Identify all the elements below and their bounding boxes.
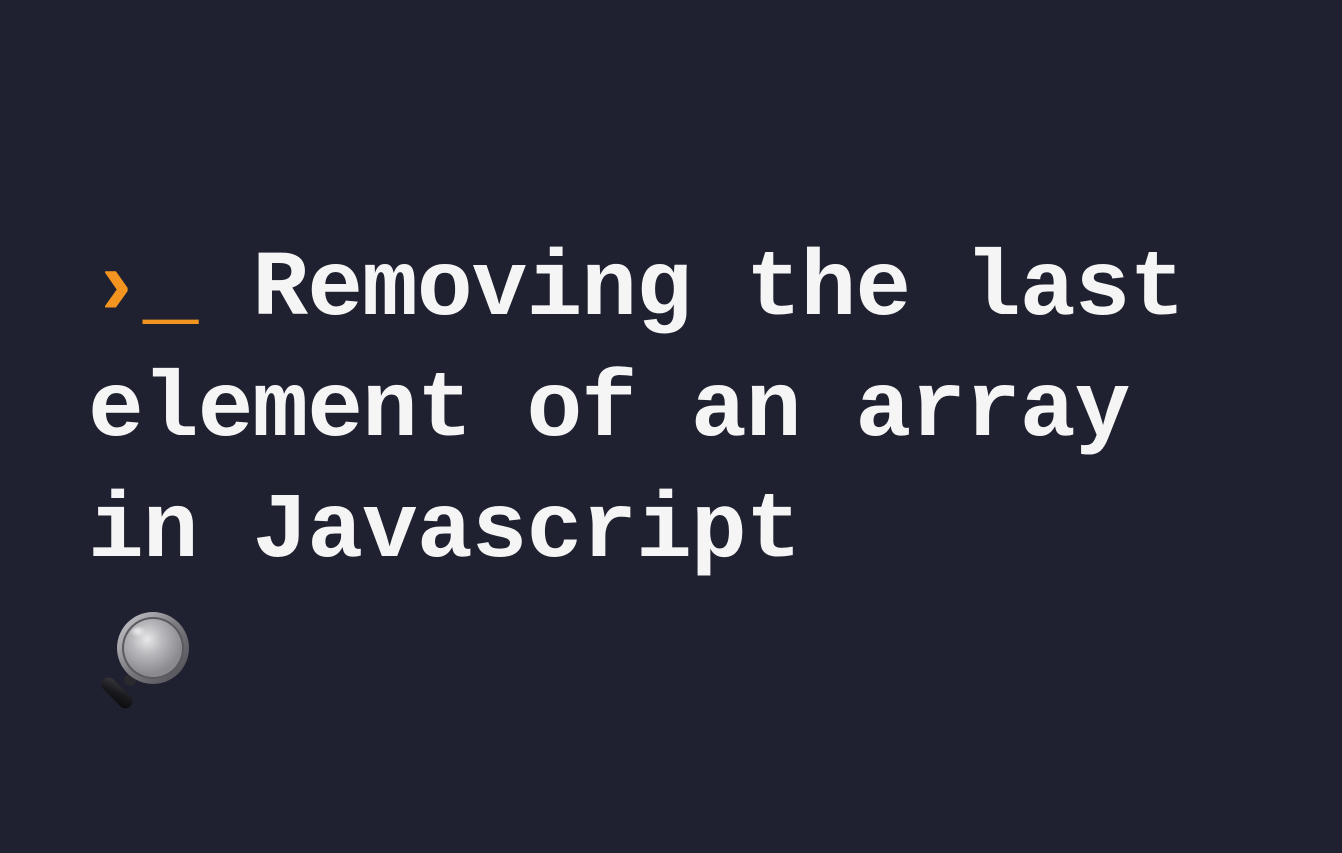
magnifying-glass-icon <box>88 608 198 718</box>
main-content: ›_ Removing the last element of an array… <box>88 230 1262 593</box>
page-title: ›_ Removing the last element of an array… <box>88 230 1262 593</box>
prompt-prefix: ›_ <box>88 237 198 342</box>
title-text: Removing the last element of an array in… <box>88 237 1184 584</box>
